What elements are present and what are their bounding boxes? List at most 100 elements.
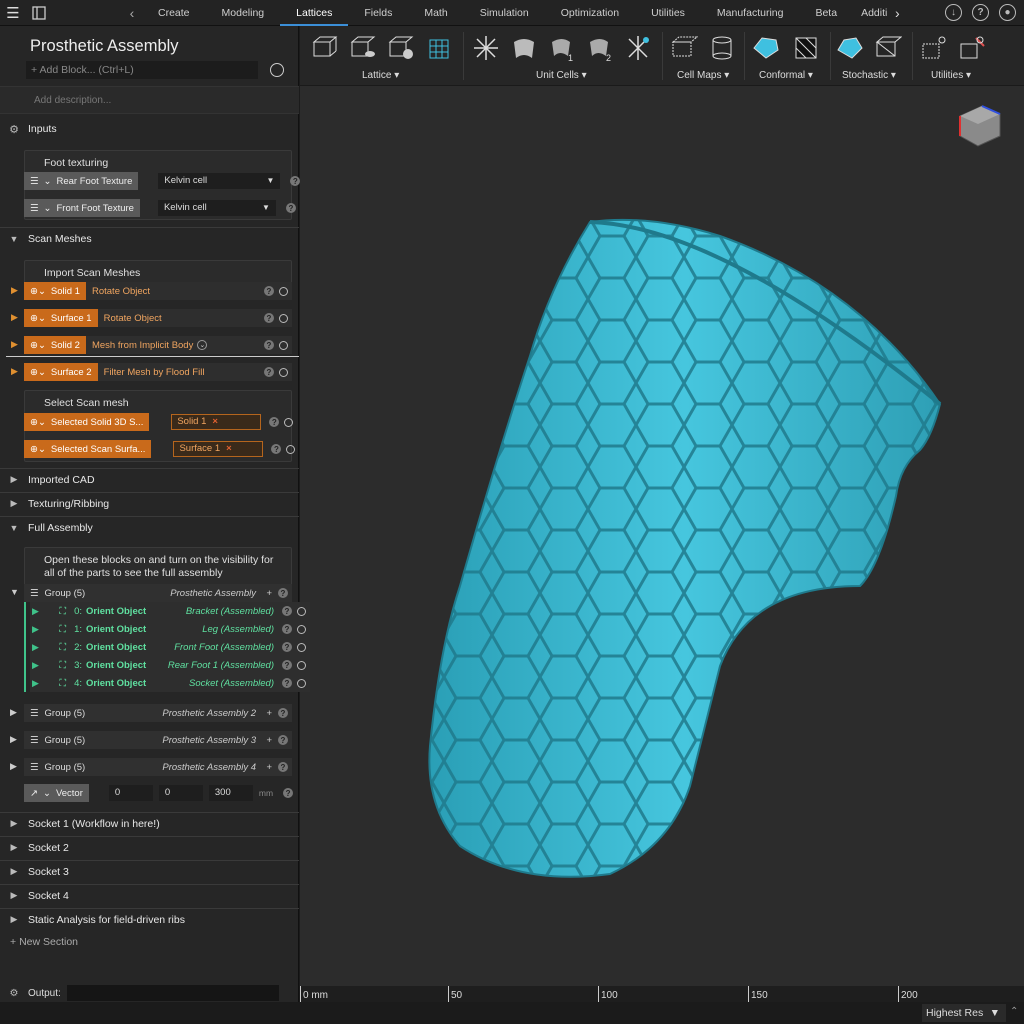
section-socket-3[interactable]: ▶ Socket 3	[0, 860, 299, 882]
toolbar-group-conformal[interactable]: Conformal ▾	[759, 70, 813, 81]
visibility-icon[interactable]	[279, 340, 288, 350]
visibility-icon[interactable]	[284, 417, 294, 427]
section-imported-cad[interactable]: ▶ Imported CAD	[0, 468, 299, 490]
toolbar-group-cell-maps[interactable]: Cell Maps ▾	[677, 70, 729, 81]
section-scan-meshes[interactable]: ▼ Scan Meshes	[0, 227, 299, 249]
section-socket-1[interactable]: ▶ Socket 1 (Workflow in here!)	[0, 812, 299, 834]
toolbar-group-stochastic[interactable]: Stochastic ▾	[842, 70, 896, 81]
utilities-trim-icon[interactable]	[920, 34, 948, 62]
stochastic-surface-icon[interactable]	[836, 34, 864, 62]
orient-row-2[interactable]: ▶ ⛶ 2: Orient Object Front Foot (Assembled)?	[30, 638, 310, 656]
chevron-down-icon[interactable]: ⌄	[197, 340, 208, 350]
close-icon[interactable]: ×	[212, 415, 218, 429]
front-foot-texture-chip[interactable]: ☰ ⌄ Front Foot Texture	[24, 199, 140, 217]
group-prosthetic-assembly-2[interactable]: ☰ Group (5) Prosthetic Assembly 2 +?	[24, 704, 292, 722]
conformal-volume-icon[interactable]	[792, 34, 820, 62]
output-field[interactable]	[66, 985, 279, 1001]
unit-cell-star-icon[interactable]	[472, 34, 500, 62]
help-icon[interactable]: ?	[290, 176, 301, 186]
front-foot-texture-select[interactable]: Kelvin cell ▼	[157, 200, 276, 216]
orient-row-3[interactable]: ▶ ⛶ 3: Orient Object Rear Foot 1 (Assembled)…	[30, 656, 310, 674]
panel-toggle-icon[interactable]	[26, 0, 52, 26]
chevron-right-icon[interactable]: ▶	[10, 707, 17, 718]
tab-lattices[interactable]: Lattices	[280, 0, 349, 26]
help-icon[interactable]: ?	[264, 367, 274, 377]
visibility-icon[interactable]	[279, 367, 288, 377]
lattice-grid-icon[interactable]	[426, 34, 454, 62]
tabs-next-icon[interactable]: ›	[889, 5, 905, 21]
play-icon[interactable]: ▶	[11, 339, 18, 350]
globe-chip[interactable]: ⊕⌄ Selected Solid 3D S...	[24, 413, 150, 431]
cell-map-cylinder-icon[interactable]	[708, 34, 736, 62]
3d-viewport[interactable]	[300, 26, 1024, 986]
user-icon[interactable]: ●	[999, 4, 1016, 21]
help-icon[interactable]: ?	[264, 286, 274, 296]
add-icon[interactable]: +	[266, 588, 272, 599]
add-block-input[interactable]: + Add Block... (Ctrl+L)	[26, 61, 258, 79]
section-socket-4[interactable]: ▶ Socket 4	[0, 884, 299, 906]
play-icon[interactable]: ▶	[11, 366, 18, 377]
toolbar-group-unit-cells[interactable]: Unit Cells ▾	[536, 70, 587, 81]
selected-tag[interactable]: Surface 1 ×	[173, 441, 264, 457]
play-icon[interactable]: ▶	[11, 312, 18, 323]
unit-cell-1-icon[interactable]: 1	[548, 34, 576, 62]
download-icon[interactable]: ↓	[945, 4, 962, 21]
tab-math[interactable]: Math	[408, 0, 463, 26]
section-inputs[interactable]: ⚙ Inputs	[0, 118, 299, 140]
section-full-assembly[interactable]: ▼ Full Assembly	[0, 516, 299, 538]
tab-optimization[interactable]: Optimization	[545, 0, 635, 26]
rear-foot-texture-select[interactable]: Kelvin cell ▼	[158, 173, 281, 189]
unit-cell-2-icon[interactable]: 2	[586, 34, 614, 62]
rear-foot-texture-chip[interactable]: ☰ ⌄ Rear Foot Texture	[24, 172, 139, 190]
help-icon[interactable]: ?	[285, 203, 296, 213]
vector-chip[interactable]: ↗ ⌄ Vector	[24, 784, 89, 802]
help-icon[interactable]: ?	[269, 417, 280, 427]
visibility-icon[interactable]	[279, 313, 288, 323]
visibility-icon[interactable]	[279, 286, 288, 296]
unit-cell-solid-icon[interactable]	[510, 34, 538, 62]
cell-map-box-icon[interactable]	[670, 34, 698, 62]
utilities-cut-icon[interactable]	[958, 34, 986, 62]
scan-row-surface2[interactable]: ⊕⌄ Surface 2 Filter Mesh by Flood Fill ?	[24, 363, 292, 381]
section-static-analysis[interactable]: ▶ Static Analysis for field-driven ribs	[0, 908, 299, 930]
tab-modeling[interactable]: Modeling	[206, 0, 281, 26]
tab-utilities[interactable]: Utilities	[635, 0, 701, 26]
tab-fields[interactable]: Fields	[348, 0, 408, 26]
stochastic-volume-icon[interactable]	[874, 34, 902, 62]
orient-row-4[interactable]: ▶ ⛶ 4: Orient Object Socket (Assembled)?	[30, 674, 310, 692]
chevron-right-icon[interactable]: ▶	[10, 761, 17, 772]
vector-z-input[interactable]: 300	[208, 785, 253, 801]
orient-row-0[interactable]: ▶ ⛶ 0: Orient Object Bracket (Assembled)?	[30, 602, 310, 620]
resolution-select[interactable]: Highest Res ▼	[922, 1004, 1006, 1022]
unit-cell-custom-icon[interactable]	[624, 34, 652, 62]
group-prosthetic-assembly-3[interactable]: ☰ Group (5) Prosthetic Assembly 3 +?	[24, 731, 292, 749]
selected-tag[interactable]: Solid 1 ×	[171, 414, 262, 430]
vector-x-input[interactable]: 0	[108, 785, 153, 801]
globe-chip[interactable]: ⊕⌄ Selected Scan Surfa...	[24, 440, 152, 458]
tab-additive[interactable]: Additi	[853, 0, 889, 26]
help-icon[interactable]: ?	[972, 4, 989, 21]
help-icon[interactable]: ?	[271, 444, 282, 454]
play-icon[interactable]: ▶	[11, 285, 18, 296]
tab-simulation[interactable]: Simulation	[464, 0, 545, 26]
help-icon[interactable]: ?	[264, 313, 274, 323]
chevron-right-icon[interactable]: ▶	[10, 734, 17, 745]
scan-row-surface1[interactable]: ⊕⌄ Surface 1 Rotate Object ?	[24, 309, 292, 327]
new-section-button[interactable]: + New Section	[10, 936, 78, 948]
scan-row-solid1[interactable]: ⊕⌄ Solid 1 Rotate Object ?	[24, 282, 292, 300]
toolbar-group-utilities[interactable]: Utilities ▾	[931, 70, 971, 81]
refresh-icon[interactable]	[270, 63, 284, 77]
section-socket-2[interactable]: ▶ Socket 2	[0, 836, 299, 858]
scan-row-solid2[interactable]: ⊕⌄ Solid 2 Mesh from Implicit Body ⌄ ?	[24, 336, 292, 354]
tabs-prev-icon[interactable]: ‹	[122, 5, 142, 21]
orient-row-1[interactable]: ▶ ⛶ 1: Orient Object Leg (Assembled)?	[30, 620, 310, 638]
close-icon[interactable]: ×	[226, 442, 232, 456]
lattice-cube-icon[interactable]	[310, 34, 338, 62]
group-prosthetic-assembly[interactable]: ☰ Group (5) Prosthetic Assembly +?	[24, 584, 292, 602]
lattice-cylinder-icon[interactable]	[348, 34, 376, 62]
visibility-icon[interactable]	[286, 444, 296, 454]
help-icon[interactable]: ?	[264, 340, 274, 350]
tab-beta[interactable]: Beta	[799, 0, 853, 26]
vector-y-input[interactable]: 0	[158, 785, 203, 801]
conformal-surface-icon[interactable]	[752, 34, 780, 62]
